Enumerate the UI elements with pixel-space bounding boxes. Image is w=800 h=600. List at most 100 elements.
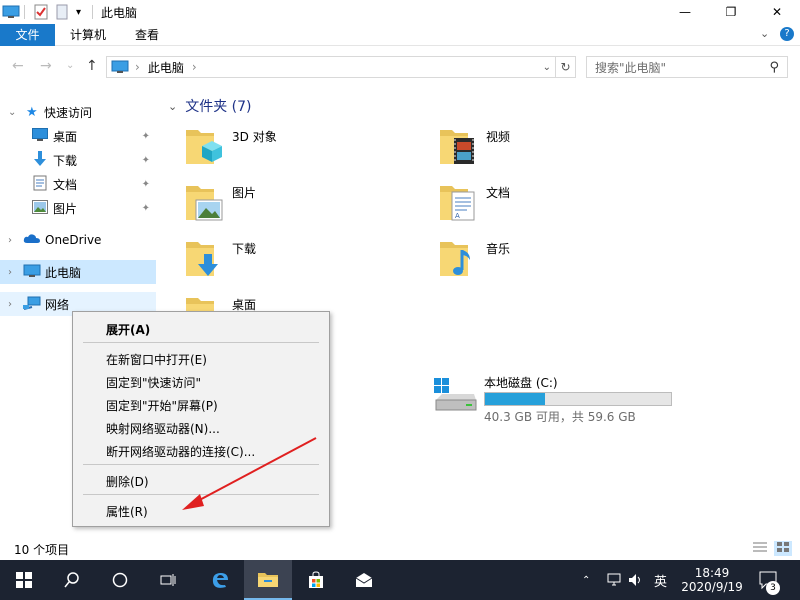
nav-item-label: 桌面: [53, 129, 78, 144]
folder-item-pictures[interactable]: 图片: [184, 180, 434, 232]
chevron-right-icon[interactable]: ›: [8, 299, 12, 310]
nav-item-downloads[interactable]: 下载 ✦: [0, 148, 156, 172]
forward-button[interactable]: →: [40, 58, 52, 74]
volume-icon[interactable]: [628, 560, 644, 600]
address-bar[interactable]: › 此电脑 › ⌄: [106, 56, 556, 78]
tab-view[interactable]: 查看: [122, 24, 172, 46]
pictures-icon: [32, 199, 48, 217]
up-button[interactable]: ↑: [86, 58, 98, 74]
drive-label: 本地磁盘 (C:): [484, 376, 558, 390]
store-icon: [309, 571, 323, 588]
hard-drive-icon: [432, 376, 478, 417]
maximize-button[interactable]: ❐: [708, 0, 754, 24]
refresh-button[interactable]: ↻: [556, 56, 576, 78]
3d-objects-icon: [184, 124, 224, 168]
folders-group-header[interactable]: ⌄ 文件夹 (7): [168, 96, 252, 116]
folder-item-music[interactable]: 音乐: [438, 236, 688, 288]
chevron-right-icon[interactable]: ›: [8, 235, 12, 246]
cortana-icon: [112, 572, 128, 588]
folder-item-3d-objects[interactable]: 3D 对象: [184, 124, 434, 176]
folder-item-documents[interactable]: A 文档: [438, 180, 688, 232]
ime-indicator[interactable]: 英: [654, 560, 667, 600]
drive-usage-fill: [485, 393, 546, 405]
nav-network-label: 网络: [45, 297, 70, 312]
search-input[interactable]: 搜索"此电脑" ⚲: [586, 56, 788, 78]
drive-space-text: 40.3 GB 可用，共 59.6 GB: [484, 410, 636, 424]
large-icons-view-icon[interactable]: [774, 541, 792, 556]
breadcrumb-this-pc[interactable]: 此电脑: [148, 59, 184, 76]
pictures-folder-icon: [184, 180, 224, 224]
ribbon-collapse-icon[interactable]: ⌄: [760, 27, 769, 40]
action-center-button[interactable]: 3: [758, 560, 780, 600]
chevron-right-icon[interactable]: ›: [8, 267, 12, 278]
search-icon: [64, 572, 79, 588]
task-view-icon: [160, 574, 176, 586]
menu-item-properties[interactable]: 属性(R): [106, 503, 148, 520]
drive-item-c[interactable]: 本地磁盘 (C:) 40.3 GB 可用，共 59.6 GB: [432, 370, 692, 424]
pin-icon: ✦: [141, 130, 150, 142]
help-icon[interactable]: ?: [780, 27, 794, 41]
tray-overflow-chevron[interactable]: ⌃: [582, 560, 590, 600]
tab-file[interactable]: 文件: [0, 24, 55, 46]
folder-item-videos[interactable]: 视频: [438, 124, 688, 176]
nav-item-label: 下载: [53, 153, 78, 168]
properties-quick-icon[interactable]: [34, 3, 48, 21]
new-folder-quick-icon[interactable]: [56, 3, 68, 21]
search-icon: ⚲: [769, 59, 779, 75]
address-dropdown-icon[interactable]: ⌄: [543, 62, 551, 73]
nav-quick-access[interactable]: ⌄ ★ 快速访问: [0, 100, 156, 124]
drive-usage-bar: [484, 392, 672, 406]
task-view-button[interactable]: [144, 560, 192, 600]
menu-separator: [83, 342, 319, 343]
download-icon: [33, 150, 47, 170]
title-bar: ▾ 此电脑 — ❐ ✕: [0, 0, 800, 24]
network-status-icon[interactable]: [606, 560, 622, 600]
menu-item-pin-quick-access[interactable]: 固定到"快速访问": [106, 374, 201, 391]
status-bar: 10 个项目: [0, 535, 800, 560]
taskbar-edge[interactable]: [196, 560, 244, 600]
qa-divider: [92, 5, 93, 19]
search-button[interactable]: [48, 560, 96, 600]
customize-quick-access-dropdown[interactable]: ▾: [76, 3, 81, 21]
taskbar-file-explorer[interactable]: [244, 560, 292, 600]
breadcrumb-separator[interactable]: ›: [192, 60, 197, 74]
this-pc-icon: [23, 264, 41, 281]
recent-locations-button[interactable]: ⌄: [66, 60, 74, 71]
cortana-button[interactable]: [96, 560, 144, 600]
nav-item-label: 文档: [53, 177, 78, 192]
menu-item-expand[interactable]: 展开(A): [106, 321, 150, 338]
nav-item-pictures[interactable]: 图片 ✦: [0, 196, 156, 220]
back-button[interactable]: ←: [12, 58, 24, 74]
document-icon: [33, 175, 47, 194]
taskbar-store[interactable]: [292, 560, 340, 600]
details-view-icon[interactable]: [752, 541, 768, 556]
folder-item-downloads[interactable]: 下载: [184, 236, 434, 288]
clock-time: 18:49: [694, 566, 730, 580]
clock[interactable]: 18:49 2020/9/19: [681, 560, 743, 600]
nav-this-pc[interactable]: › 此电脑: [0, 260, 156, 284]
close-button[interactable]: ✕: [754, 0, 800, 24]
nav-onedrive[interactable]: › OneDrive: [0, 228, 156, 252]
window-title: 此电脑: [101, 6, 138, 20]
taskbar-mail[interactable]: [340, 560, 388, 600]
menu-item-delete[interactable]: 删除(D): [106, 473, 149, 490]
nav-item-documents[interactable]: 文档 ✦: [0, 172, 156, 196]
music-icon: [438, 236, 478, 280]
breadcrumb-separator[interactable]: ›: [135, 60, 140, 74]
nav-item-desktop[interactable]: 桌面 ✦: [0, 124, 156, 148]
chevron-down-icon[interactable]: ⌄: [8, 107, 16, 118]
minimize-button[interactable]: —: [662, 0, 708, 24]
start-button[interactable]: [0, 560, 48, 600]
mail-icon: [355, 573, 373, 587]
qa-divider: [24, 5, 25, 19]
menu-item-pin-start[interactable]: 固定到"开始"屏幕(P): [106, 397, 218, 414]
folder-label: 下载: [232, 242, 257, 256]
window-computer-icon: [2, 3, 20, 21]
desktop-icon: [32, 128, 48, 144]
documents-icon: A: [438, 180, 478, 224]
menu-item-open-new-window[interactable]: 在新窗口中打开(E): [106, 351, 207, 368]
star-icon: ★: [26, 104, 38, 120]
tab-computer[interactable]: 计算机: [58, 24, 118, 46]
pin-icon: ✦: [141, 154, 150, 166]
chevron-down-icon[interactable]: ⌄: [168, 100, 177, 113]
